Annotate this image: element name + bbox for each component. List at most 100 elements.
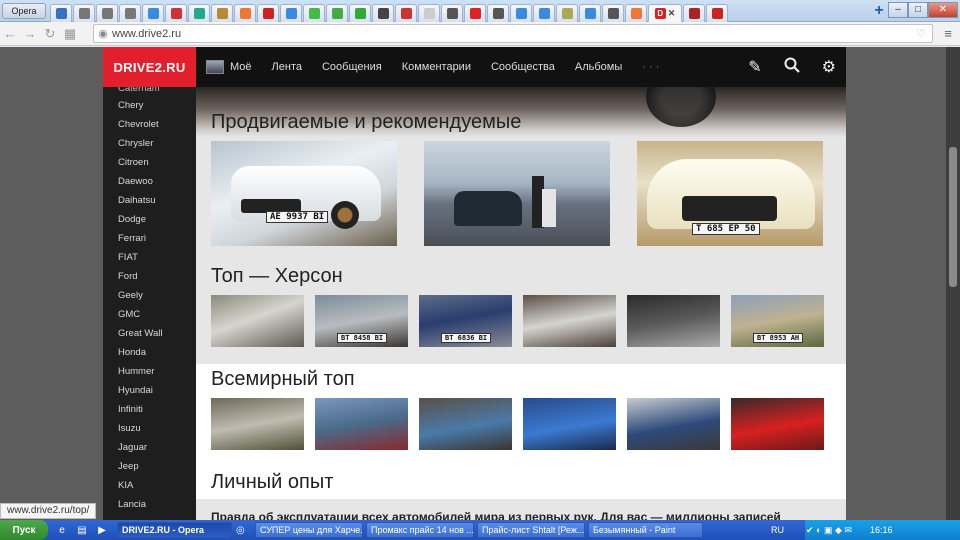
task-paint[interactable]: Безымянный - Paint xyxy=(588,522,703,538)
browser-tab[interactable] xyxy=(188,3,210,22)
task-window[interactable]: СУПЕР цены для Харче... xyxy=(255,522,363,538)
browser-tab[interactable] xyxy=(372,3,394,22)
sidebar-item[interactable]: Chevrolet xyxy=(103,115,196,134)
browser-tab[interactable] xyxy=(234,3,256,22)
back-icon[interactable]: ← xyxy=(0,26,20,41)
thumbnail-card[interactable] xyxy=(731,398,824,450)
sidebar-item[interactable]: GMC xyxy=(103,305,196,324)
maximize-icon[interactable]: □ xyxy=(908,1,928,18)
browser-tab[interactable] xyxy=(533,3,555,22)
task-window[interactable]: Промакс прайс 14 нов ... xyxy=(366,522,474,538)
thumbnail-card[interactable] xyxy=(419,398,512,450)
browser-tab[interactable] xyxy=(683,3,705,22)
browser-tab[interactable] xyxy=(706,3,728,22)
sidebar-item[interactable]: KIA xyxy=(103,476,196,495)
thumbnail-card[interactable] xyxy=(211,398,304,450)
sidebar-item[interactable]: Ferrari xyxy=(103,229,196,248)
thumbnail-card[interactable] xyxy=(627,398,720,450)
browser-tab[interactable] xyxy=(211,3,233,22)
avatar[interactable] xyxy=(206,60,224,74)
browser-tab[interactable] xyxy=(280,3,302,22)
browser-tab[interactable] xyxy=(142,3,164,22)
explorer-icon[interactable]: ▤ xyxy=(74,523,90,537)
nav-feed[interactable]: Лента xyxy=(272,61,302,73)
pencil-icon[interactable]: ✎ xyxy=(748,57,761,77)
language-indicator[interactable]: RU xyxy=(771,525,784,535)
thumbnail-card[interactable] xyxy=(315,398,408,450)
close-tab-icon[interactable]: ✕ xyxy=(668,8,676,19)
thumbnail-card[interactable] xyxy=(627,295,720,347)
sidebar-item[interactable]: FIAT xyxy=(103,248,196,267)
promoted-card[interactable]: Т 685 ЕР 50 xyxy=(637,141,823,246)
chrome-icon[interactable]: ◎ xyxy=(236,525,252,536)
nav-messages[interactable]: Сообщения xyxy=(322,61,382,73)
reload-icon[interactable]: ↻ xyxy=(40,26,60,42)
promoted-card[interactable]: АЕ 9937 ВІ xyxy=(211,141,397,246)
browser-tab[interactable] xyxy=(119,3,141,22)
gear-icon[interactable]: ⚙ xyxy=(822,57,836,77)
minimize-icon[interactable]: – xyxy=(888,1,908,18)
scrollbar-thumb[interactable] xyxy=(949,147,957,287)
sidebar-item[interactable]: Jaguar xyxy=(103,438,196,457)
browser-tab[interactable] xyxy=(96,3,118,22)
browser-tab[interactable] xyxy=(349,3,371,22)
thumbnail-card[interactable] xyxy=(211,295,304,347)
sidebar-item[interactable]: Infiniti xyxy=(103,400,196,419)
browser-tab[interactable] xyxy=(257,3,279,22)
sidebar-item[interactable]: Citroen xyxy=(103,153,196,172)
browser-tab[interactable] xyxy=(441,3,463,22)
browser-tab[interactable] xyxy=(510,3,532,22)
browser-tab[interactable] xyxy=(326,3,348,22)
browser-tab[interactable] xyxy=(50,3,72,22)
media-icon[interactable]: ▶ xyxy=(94,523,110,537)
task-opera[interactable]: DRIVE2.RU - Opera xyxy=(117,522,232,538)
thumbnail-card[interactable]: ВТ 6836 ВІ xyxy=(419,295,512,347)
browser-tab[interactable] xyxy=(303,3,325,22)
sidebar-item[interactable]: Chery xyxy=(103,96,196,115)
browser-tab[interactable] xyxy=(487,3,509,22)
browser-tab[interactable] xyxy=(556,3,578,22)
browser-tab[interactable] xyxy=(165,3,187,22)
section-title-kherson[interactable]: Топ — Херсон xyxy=(211,265,343,288)
search-icon[interactable] xyxy=(784,57,800,78)
nav-more[interactable]: · · · xyxy=(642,61,659,73)
browser-tab[interactable] xyxy=(395,3,417,22)
sidebar-item[interactable]: Chrysler xyxy=(103,134,196,153)
browser-tab[interactable] xyxy=(73,3,95,22)
section-title-promoted[interactable]: Продвигаемые и рекомендуемые xyxy=(211,111,521,134)
sidebar-item[interactable]: Dodge xyxy=(103,210,196,229)
browser-tab[interactable] xyxy=(625,3,647,22)
browser-tab-active[interactable]: D ✕ xyxy=(648,3,682,22)
nav-comments[interactable]: Комментарии xyxy=(402,61,471,73)
sidebar-item[interactable]: Great Wall xyxy=(103,324,196,343)
sidebar-item-caterham[interactable]: Caterham xyxy=(103,87,196,96)
task-window[interactable]: Прайс-лист Shtalt [Реж... xyxy=(477,522,585,538)
browser-tab[interactable] xyxy=(579,3,601,22)
ie-icon[interactable]: e xyxy=(54,523,70,537)
thumbnail-card[interactable] xyxy=(523,398,616,450)
browser-tab[interactable] xyxy=(464,3,486,22)
address-text[interactable]: www.drive2.ru xyxy=(112,28,181,40)
sidebar-item[interactable]: Ford xyxy=(103,267,196,286)
sidebar-item[interactable]: Lancia xyxy=(103,495,196,514)
nav-albums[interactable]: Альбомы xyxy=(575,61,622,73)
opera-menu-button[interactable]: Opera xyxy=(2,2,46,19)
sidebar-item[interactable]: Hyundai xyxy=(103,381,196,400)
nav-communities[interactable]: Сообщества xyxy=(491,61,555,73)
section-title-world[interactable]: Всемирный топ xyxy=(211,368,355,391)
sidebar-item[interactable]: Jeep xyxy=(103,457,196,476)
thumbnail-card[interactable] xyxy=(523,295,616,347)
sidebar-item[interactable]: Isuzu xyxy=(103,419,196,438)
sidebar-item[interactable]: Honda xyxy=(103,343,196,362)
bookmark-heart-icon[interactable]: ♡ xyxy=(916,27,926,40)
sidebar-item[interactable]: Hummer xyxy=(103,362,196,381)
nav-my[interactable]: Моё xyxy=(230,61,252,73)
close-window-icon[interactable]: ✕ xyxy=(928,1,958,18)
promoted-card[interactable] xyxy=(424,141,610,246)
thumbnail-card[interactable]: ВТ 8953 АН xyxy=(731,295,824,347)
thumbnail-card[interactable]: ВТ 8458 ВІ xyxy=(315,295,408,347)
page-scrollbar[interactable] xyxy=(946,47,960,520)
forward-icon[interactable]: → xyxy=(20,26,40,41)
sidebar-item[interactable]: Daihatsu xyxy=(103,191,196,210)
downloads-icon[interactable]: ≡ xyxy=(944,26,952,41)
